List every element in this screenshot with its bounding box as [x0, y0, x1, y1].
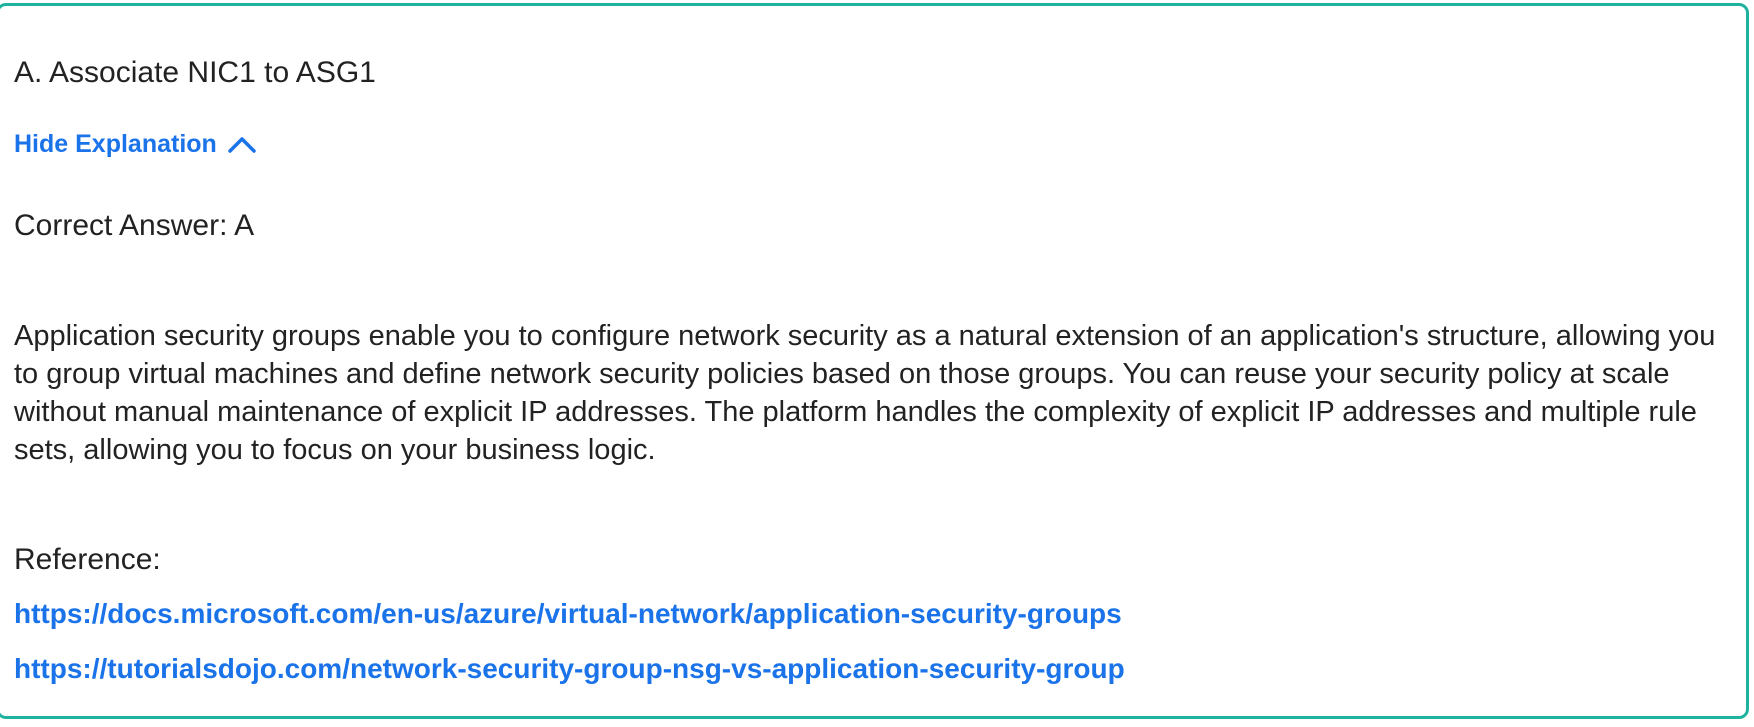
hide-explanation-toggle[interactable]: Hide Explanation: [14, 129, 257, 159]
explanation-text: Application security groups enable you t…: [14, 320, 1716, 466]
hide-explanation-label[interactable]: Hide Explanation: [14, 129, 217, 159]
reference-label: Reference:: [14, 543, 161, 576]
reference-link-microsoft[interactable]: https://docs.microsoft.com/en-us/azure/v…: [14, 596, 1122, 632]
correct-answer: Correct Answer: A: [14, 209, 255, 242]
reference-link-tutorialsdojo[interactable]: https://tutorialsdojo.com/network-securi…: [14, 651, 1125, 687]
chevron-up-icon[interactable]: [227, 134, 257, 154]
answer-option: A. Associate NIC1 to ASG1: [14, 56, 376, 89]
explanation-card: A. Associate NIC1 to ASG1 Hide Explanati…: [0, 3, 1749, 719]
